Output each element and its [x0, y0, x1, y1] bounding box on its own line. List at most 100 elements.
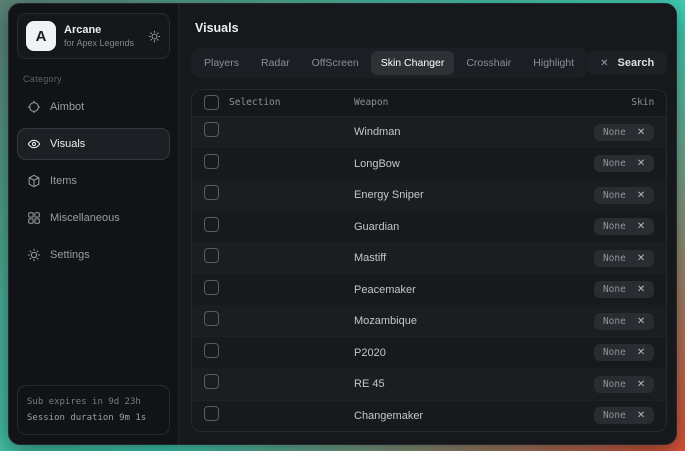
- sidebar-item-visuals[interactable]: Visuals: [17, 128, 170, 160]
- row-checkbox[interactable]: [204, 248, 219, 263]
- column-header-selection: Selection: [229, 97, 280, 108]
- settings-gear-icon: [27, 248, 41, 262]
- sidebar-item-items[interactable]: Items: [17, 165, 170, 197]
- clear-skin-icon[interactable]: ✕: [637, 253, 645, 264]
- table-row: Guardian None ✕: [192, 211, 666, 243]
- row-checkbox[interactable]: [204, 343, 219, 358]
- grid-icon: [27, 211, 41, 225]
- skin-value: None: [603, 127, 626, 138]
- clear-skin-icon[interactable]: ✕: [637, 316, 645, 327]
- table-row: LongBow None✕: [192, 148, 666, 180]
- skin-select[interactable]: None ✕: [594, 344, 654, 361]
- weapon-name: Guardian: [354, 221, 534, 233]
- skin-value: None: [603, 284, 626, 295]
- row-checkbox[interactable]: [204, 406, 219, 421]
- tab-radar[interactable]: Radar: [251, 51, 300, 75]
- weapon-name: Peacemaker: [354, 284, 534, 296]
- weapon-name: Mastiff: [354, 252, 534, 264]
- sidebar: A Arcane for Apex Legends Category Aimbo…: [9, 4, 179, 444]
- skin-select[interactable]: None ✕: [594, 250, 654, 267]
- clear-skin-icon[interactable]: ✕: [637, 158, 645, 169]
- session-duration-text: Session duration 9m 1s: [27, 410, 160, 426]
- skin-value: None: [603, 379, 626, 390]
- clear-skin-icon[interactable]: ✕: [637, 410, 645, 421]
- app-logo: A: [26, 21, 56, 51]
- skin-select[interactable]: None ✕: [594, 407, 654, 424]
- skin-value: None: [603, 316, 626, 327]
- clear-skin-icon[interactable]: ✕: [637, 127, 645, 138]
- row-checkbox[interactable]: [204, 122, 219, 137]
- row-checkbox[interactable]: [204, 154, 219, 169]
- skin-value: None: [603, 253, 626, 264]
- aimbot-icon: [27, 100, 41, 114]
- weapon-name: Changemaker: [354, 410, 534, 422]
- skin-value: None: [603, 221, 626, 232]
- weapon-name: Windman: [354, 126, 534, 138]
- clear-skin-icon[interactable]: ✕: [637, 221, 645, 232]
- row-checkbox[interactable]: [204, 185, 219, 200]
- row-checkbox[interactable]: [204, 217, 219, 232]
- sidebar-item-label: Settings: [50, 249, 90, 261]
- search-icon: ✕: [600, 58, 608, 69]
- sub-expiry-text: Sub expires in 9d 23h: [27, 394, 160, 410]
- clear-skin-icon[interactable]: ✕: [637, 379, 645, 390]
- tab-bar: Players Radar OffScreen Skin Changer Cro…: [191, 48, 587, 78]
- weapon-name: Energy Sniper: [354, 189, 534, 201]
- clear-skin-icon[interactable]: ✕: [637, 190, 645, 201]
- subscription-info-card: Sub expires in 9d 23h Session duration 9…: [17, 385, 170, 435]
- gear-icon[interactable]: [148, 30, 161, 43]
- search-button[interactable]: ✕ Search: [587, 51, 667, 75]
- items-icon: [27, 174, 41, 188]
- sidebar-item-settings[interactable]: Settings: [17, 239, 170, 271]
- table-row: Peacemaker None ✕: [192, 274, 666, 306]
- tab-offscreen[interactable]: OffScreen: [302, 51, 369, 75]
- table-row: Windman None ✕: [192, 117, 666, 149]
- skin-value: None: [603, 190, 626, 201]
- row-checkbox[interactable]: [204, 311, 219, 326]
- category-label: Category: [23, 74, 164, 84]
- app-window: A Arcane for Apex Legends Category Aimbo…: [8, 3, 677, 445]
- sidebar-item-aimbot[interactable]: Aimbot: [17, 91, 170, 123]
- skin-value: None: [603, 158, 626, 169]
- search-button-label: Search: [618, 57, 655, 69]
- sidebar-item-label: Aimbot: [50, 101, 84, 113]
- tab-highlight[interactable]: Highlight: [523, 51, 584, 75]
- skin-select[interactable]: None ✕: [594, 124, 654, 141]
- weapon-name: P2020: [354, 347, 534, 359]
- select-all-checkbox[interactable]: [204, 95, 219, 110]
- row-checkbox[interactable]: [204, 374, 219, 389]
- table-row: Mastiff None ✕: [192, 243, 666, 275]
- app-name: Arcane: [64, 24, 140, 36]
- sidebar-item-label: Miscellaneous: [50, 212, 120, 224]
- visuals-icon: [27, 137, 41, 151]
- skin-value: None: [603, 347, 626, 358]
- skin-select[interactable]: None ✕: [594, 376, 654, 393]
- main-panel: Visuals Players Radar OffScreen Skin Cha…: [179, 4, 677, 444]
- column-header-skin: Skin: [534, 97, 654, 108]
- skin-select[interactable]: None ✕: [594, 218, 654, 235]
- app-logo-card: A Arcane for Apex Legends: [17, 13, 170, 59]
- skin-select[interactable]: None ✕: [594, 313, 654, 330]
- skin-select[interactable]: None ✕: [594, 187, 654, 204]
- skin-select[interactable]: None ✕: [594, 281, 654, 298]
- table-row: RE 45 None✕: [192, 369, 666, 401]
- clear-skin-icon[interactable]: ✕: [637, 347, 645, 358]
- column-header-weapon: Weapon: [354, 97, 534, 108]
- table-header: Selection Weapon Skin: [192, 90, 666, 117]
- sidebar-item-miscellaneous[interactable]: Miscellaneous: [17, 202, 170, 234]
- toolbar: Players Radar OffScreen Skin Changer Cro…: [191, 48, 667, 78]
- tab-skin-changer[interactable]: Skin Changer: [371, 51, 455, 75]
- clear-skin-icon[interactable]: ✕: [637, 284, 645, 295]
- page-title: Visuals: [195, 21, 663, 35]
- tab-crosshair[interactable]: Crosshair: [456, 51, 521, 75]
- table-row: P2020 None ✕: [192, 337, 666, 369]
- app-subtitle: for Apex Legends: [64, 38, 140, 48]
- skin-select[interactable]: None ✕: [594, 155, 654, 172]
- tab-players[interactable]: Players: [194, 51, 249, 75]
- skin-value: None: [603, 410, 626, 421]
- table-row: Mozambique None✕: [192, 306, 666, 338]
- sidebar-item-label: Items: [50, 175, 77, 187]
- row-checkbox[interactable]: [204, 280, 219, 295]
- table-row: Changemaker None ✕: [192, 401, 666, 432]
- skin-changer-table: Selection Weapon Skin Windman None✕ Long…: [191, 89, 667, 432]
